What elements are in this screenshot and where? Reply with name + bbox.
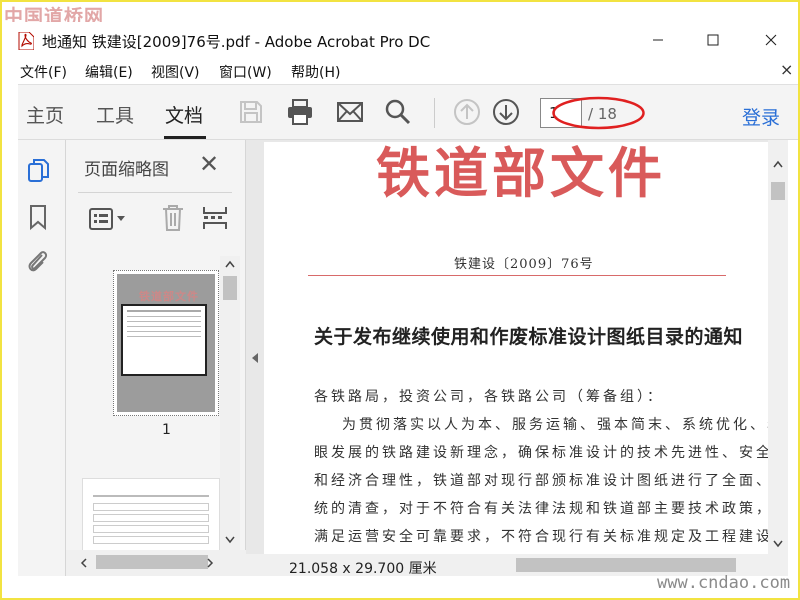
tab-document[interactable]: 文档	[165, 101, 203, 128]
document-title: 关于发布继续使用和作废标准设计图纸目录的通知	[314, 326, 744, 348]
menu-view[interactable]: 视图(V)	[151, 62, 200, 82]
page-up-icon[interactable]	[452, 97, 482, 127]
attachment-icon[interactable]	[24, 247, 50, 275]
thumbnail-options-icon[interactable]	[88, 206, 128, 232]
hscroll-thumb[interactable]	[96, 555, 208, 569]
save-icon[interactable]	[236, 97, 266, 127]
page-thumbnail-1[interactable]: 铁道部文件	[113, 270, 219, 416]
email-icon[interactable]	[335, 97, 365, 127]
scroll-thumb[interactable]	[771, 182, 785, 200]
search-icon[interactable]	[383, 97, 413, 127]
page-thumbnails-icon[interactable]	[26, 158, 52, 186]
thumbnail-viewport	[121, 304, 207, 376]
document-number: 铁建设〔2009〕76号	[454, 257, 594, 272]
collapse-panel-icon[interactable]	[251, 352, 259, 364]
bookmark-icon[interactable]	[27, 203, 49, 231]
pdf-file-icon	[18, 32, 34, 50]
page-down-icon[interactable]	[491, 97, 521, 127]
scroll-left-icon[interactable]	[80, 558, 88, 568]
thumbnail-page-number: 1	[162, 422, 171, 438]
panel-divider	[78, 192, 232, 193]
page-size-label: 21.058 x 29.700 厘米	[289, 561, 437, 577]
menu-file[interactable]: 文件(F)	[20, 62, 67, 82]
document-header: 铁道部文件	[376, 141, 666, 205]
maximize-icon	[707, 34, 719, 46]
scroll-up-icon[interactable]	[225, 260, 235, 268]
document-line: 眼发展的铁路建设新理念，确保标准设计的技术先进性、安全性	[314, 445, 790, 461]
document-salutation: 各铁路局，投资公司，各铁路公司（筹备组）：	[314, 389, 664, 405]
close-document-button[interactable]: ×	[780, 60, 793, 79]
print-icon[interactable]	[285, 97, 315, 127]
close-window-button[interactable]	[748, 24, 794, 56]
panel-title: 页面缩略图	[84, 160, 169, 180]
document-line: 统的清查，对于不符合有关法律法规和铁道部主要技术政策，不	[314, 501, 790, 517]
insert-page-icon[interactable]	[201, 204, 229, 232]
scroll-down-icon[interactable]	[225, 536, 235, 544]
scroll-up-icon[interactable]	[773, 160, 783, 168]
scroll-down-icon[interactable]	[773, 540, 783, 548]
thumbnail-scrollbar[interactable]	[220, 256, 240, 556]
scroll-thumb[interactable]	[223, 276, 237, 300]
hscroll-thumb[interactable]	[516, 558, 736, 572]
document-line: 为贯彻落实以人为本、服务运输、强本简末、系统优化、着	[342, 417, 784, 433]
site-watermark-url: www.cndao.com	[657, 573, 791, 593]
toolbar-divider	[434, 98, 435, 128]
document-vscrollbar[interactable]	[768, 140, 788, 554]
tab-tools[interactable]: 工具	[96, 101, 134, 128]
document-line: 满足运营安全可靠要求，不符合现行有关标准规定及工程建设中	[314, 529, 790, 545]
menu-window[interactable]: 窗口(W)	[219, 62, 272, 82]
maximize-button[interactable]	[690, 24, 736, 56]
thumbnail-header: 铁道部文件	[139, 290, 199, 303]
thumbnail-preview: 铁道部文件	[117, 274, 215, 412]
tab-home[interactable]: 主页	[26, 101, 64, 128]
scroll-right-icon[interactable]	[206, 558, 214, 568]
close-icon	[765, 34, 777, 46]
page-thumbnail-2[interactable]	[82, 478, 220, 558]
minimize-button[interactable]	[635, 24, 681, 56]
login-link[interactable]: 登录	[742, 103, 780, 130]
delete-page-icon[interactable]	[160, 204, 186, 232]
menu-help[interactable]: 帮助(H)	[291, 62, 340, 82]
window-title: 地通知 铁建设[2009]76号.pdf - Adobe Acrobat Pro…	[42, 33, 431, 51]
active-tab-indicator	[164, 136, 206, 139]
highlight-ellipse	[552, 96, 645, 130]
minimize-icon	[653, 39, 663, 41]
document-line: 和经济合理性，铁道部对现行部颁标准设计图纸进行了全面、系	[314, 473, 790, 489]
thumbnail-hscrollbar[interactable]	[66, 550, 246, 576]
close-panel-button[interactable]: ✕	[199, 150, 219, 178]
menu-edit[interactable]: 编辑(E)	[85, 62, 133, 82]
header-rule	[308, 275, 726, 276]
